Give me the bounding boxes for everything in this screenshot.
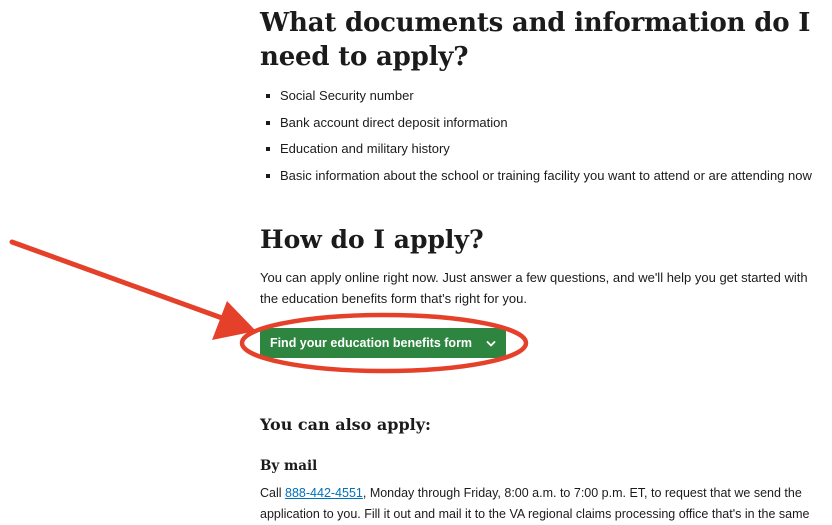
documents-list: Social Security number Bank account dire… [260, 86, 812, 192]
how-to-apply-intro: You can apply online right now. Just ans… [260, 270, 808, 306]
pointer-arrow-head [212, 301, 256, 340]
mail-text-before: Call [260, 486, 286, 500]
bullet-icon [266, 94, 270, 98]
button-label: Find your education benefits form [269, 336, 473, 350]
list-item: Education and military history [260, 139, 812, 166]
by-mail-heading: By mail [260, 458, 318, 474]
phone-link[interactable]: 888-442-4551 [285, 486, 363, 500]
how-to-apply-heading: How do I apply? [260, 225, 484, 254]
bullet-icon [266, 147, 270, 151]
also-apply-heading: You can also apply: [260, 415, 431, 434]
list-item-text: Basic information about the school or tr… [280, 167, 812, 183]
documents-heading: What documents and information do I need… [260, 8, 811, 72]
find-education-benefits-form-button[interactable]: Find your education benefits form [260, 328, 506, 358]
chevron-down-icon [486, 338, 496, 348]
bullet-icon [266, 120, 270, 125]
bullet-icon [266, 173, 270, 178]
list-item: Social Security number [260, 86, 812, 113]
list-item-text: Social Security number [280, 88, 414, 103]
list-item: Basic information about the school or tr… [260, 166, 812, 193]
list-item-text: Education and military history [280, 141, 450, 156]
pointer-arrow-shaft [9, 239, 225, 321]
list-item-text: Bank account direct deposit information [280, 114, 508, 130]
annotation-overlay [9, 239, 529, 374]
list-item: Bank account direct deposit information [260, 113, 812, 140]
